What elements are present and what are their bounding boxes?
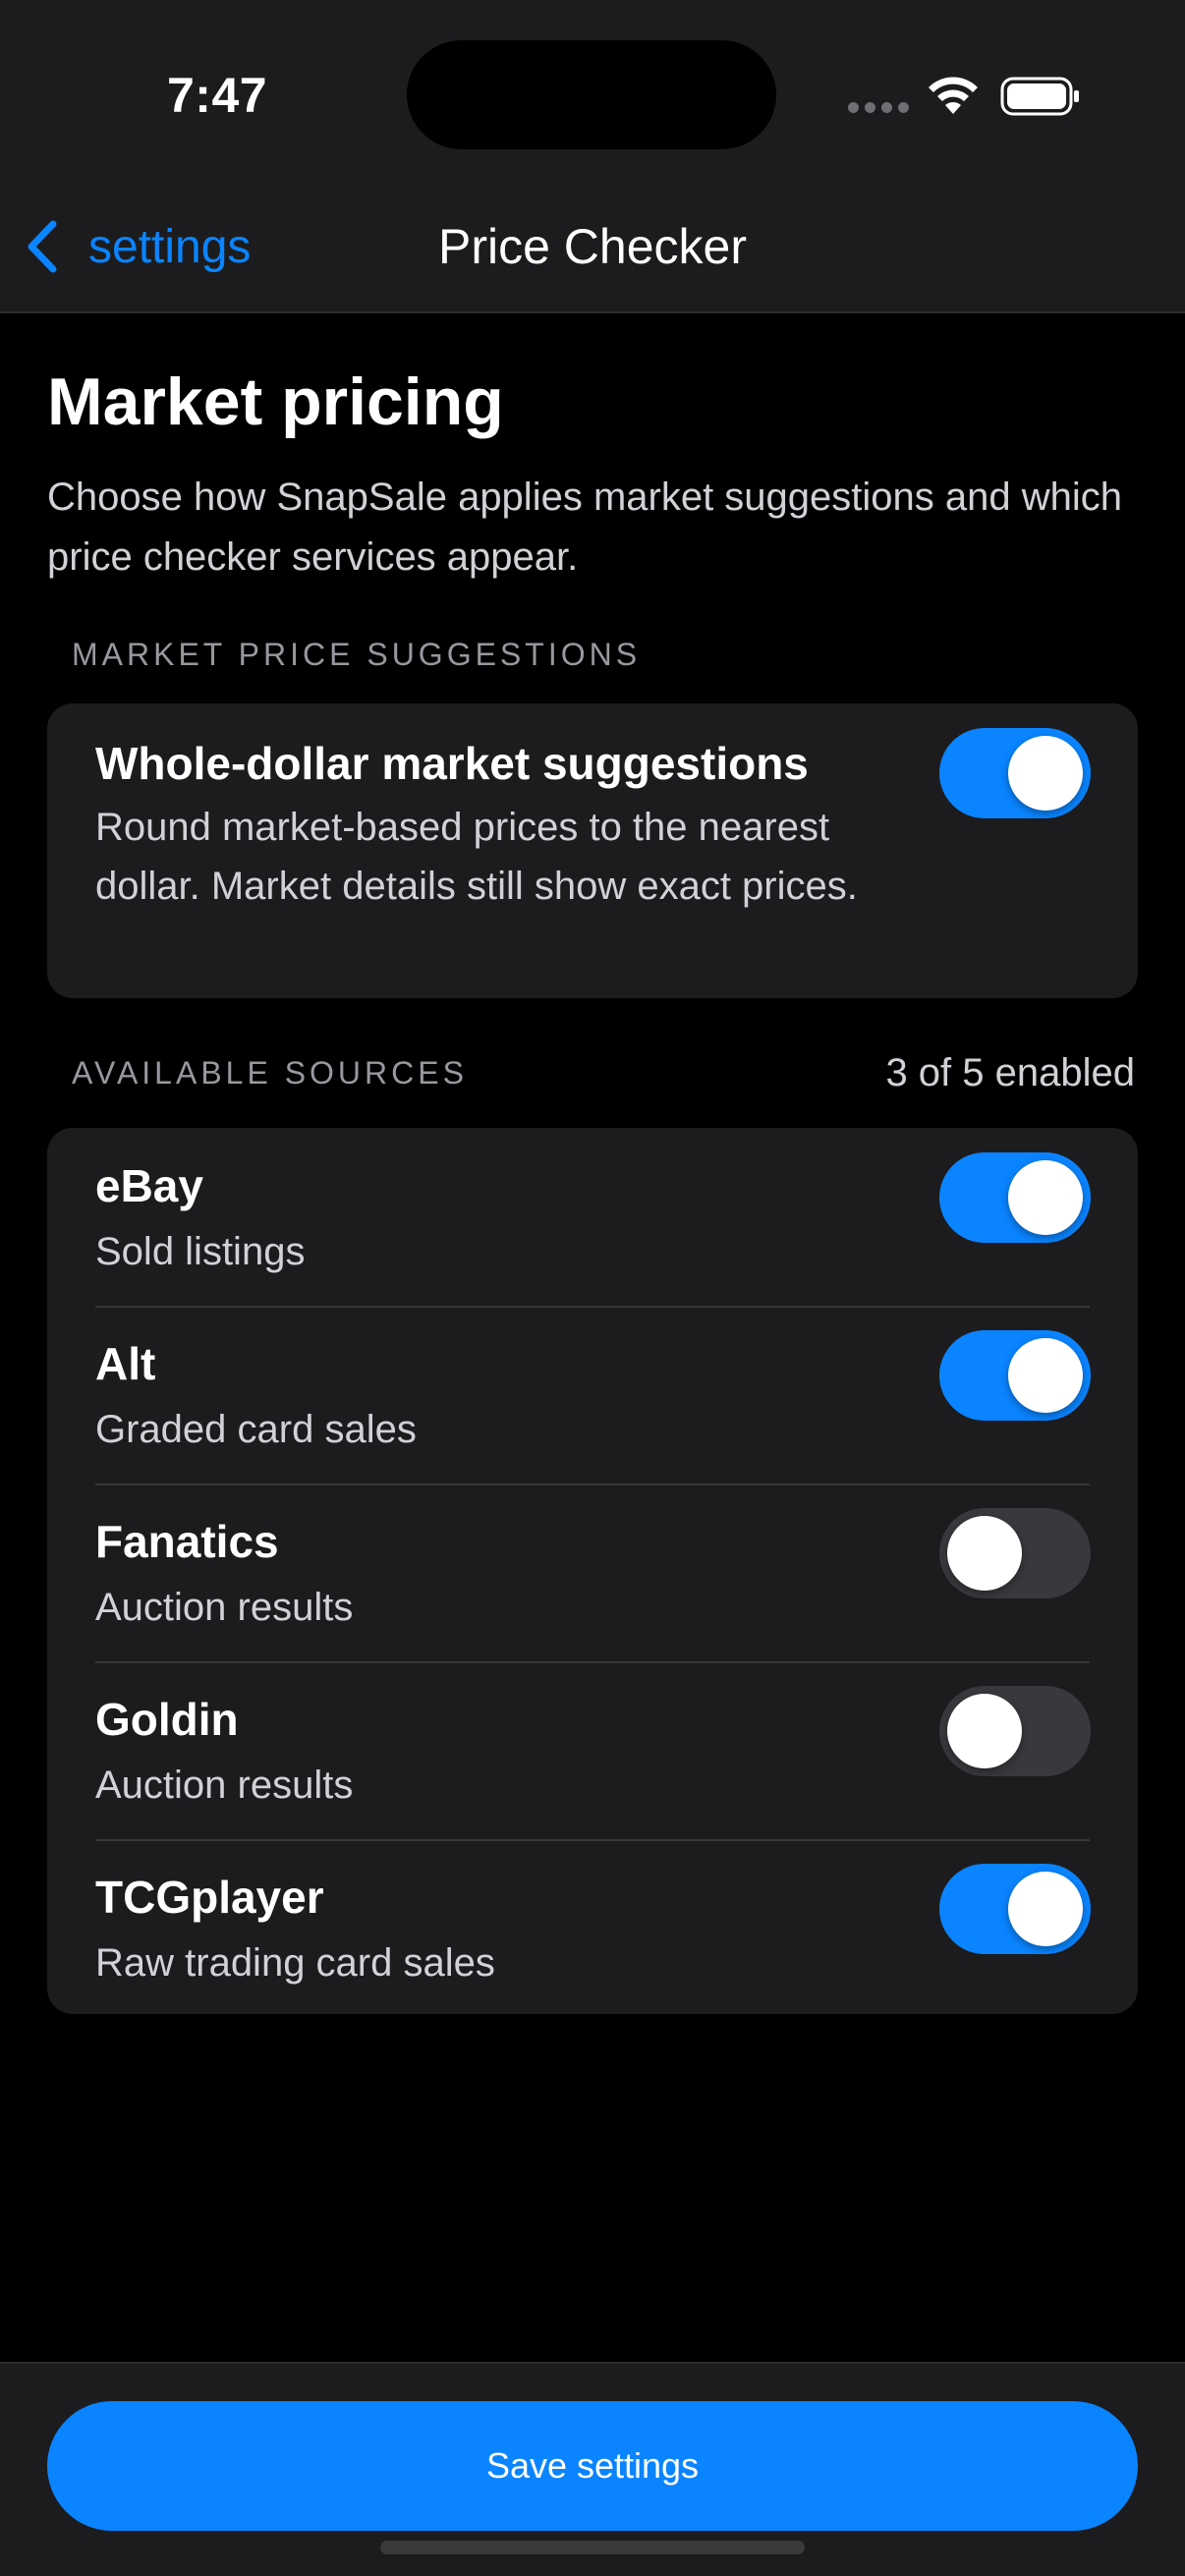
source-desc: Raw trading card sales [95,1941,495,1985]
section-header-suggestions: MARKET PRICE SUGGESTIONS [72,637,642,672]
source-row-ebay: eBay Sold listings [47,1128,1138,1306]
section-header-sources: AVAILABLE SOURCES [72,1055,468,1091]
status-bar: 7:47 [0,0,1185,183]
wifi-icon [929,77,978,114]
navigation-bar: settings Price Checker [0,183,1185,313]
source-row-goldin: Goldin Auction results [47,1661,1138,1839]
sources-enabled-count: 3 of 5 enabled [885,1051,1135,1094]
source-row-fanatics: Fanatics Auction results [47,1484,1138,1661]
cellular-signal-icon [848,102,909,116]
suggestion-subtitle: Round market-based prices to the nearest… [95,806,858,908]
page-title: Market pricing [47,364,504,439]
toggle-fanatics[interactable] [939,1508,1091,1598]
source-name: Goldin [95,1694,239,1745]
toggle-goldin[interactable] [939,1686,1091,1776]
suggestion-row: Whole-dollar market suggestions Round ma… [47,703,1138,998]
dynamic-island [407,40,776,149]
source-desc: Auction results [95,1764,354,1807]
source-row-alt: Alt Graded card sales [47,1306,1138,1484]
sources-card: eBay Sold listings Alt Graded card sales… [47,1128,1138,2014]
source-row-tcgplayer: TCGplayer Raw trading card sales [47,1839,1138,2014]
source-desc: Graded card sales [95,1408,417,1451]
save-settings-button[interactable]: Save settings [47,2401,1138,2531]
bottom-bar: Save settings [0,2362,1185,2576]
source-desc: Sold listings [95,1230,306,1273]
home-indicator [380,2541,805,2554]
status-time: 7:47 [167,68,268,123]
toggle-tcgplayer[interactable] [939,1864,1091,1954]
page-description: Choose how SnapSale applies market sugge… [47,476,1123,579]
source-name: Fanatics [95,1516,279,1567]
battery-icon [1000,77,1079,116]
source-name: eBay [95,1160,203,1211]
screen: 7:47 settings Price Checker Market prici… [0,0,1185,2576]
toggle-ebay[interactable] [939,1152,1091,1243]
nav-title: Price Checker [438,219,747,274]
whole-dollar-toggle[interactable] [939,728,1091,818]
source-name: Alt [95,1338,156,1389]
source-name: TCGplayer [95,1872,324,1923]
suggestions-card: Whole-dollar market suggestions Round ma… [47,703,1138,998]
suggestion-title: Whole-dollar market suggestions [95,738,809,789]
toggle-alt[interactable] [939,1330,1091,1421]
source-desc: Auction results [95,1586,354,1629]
